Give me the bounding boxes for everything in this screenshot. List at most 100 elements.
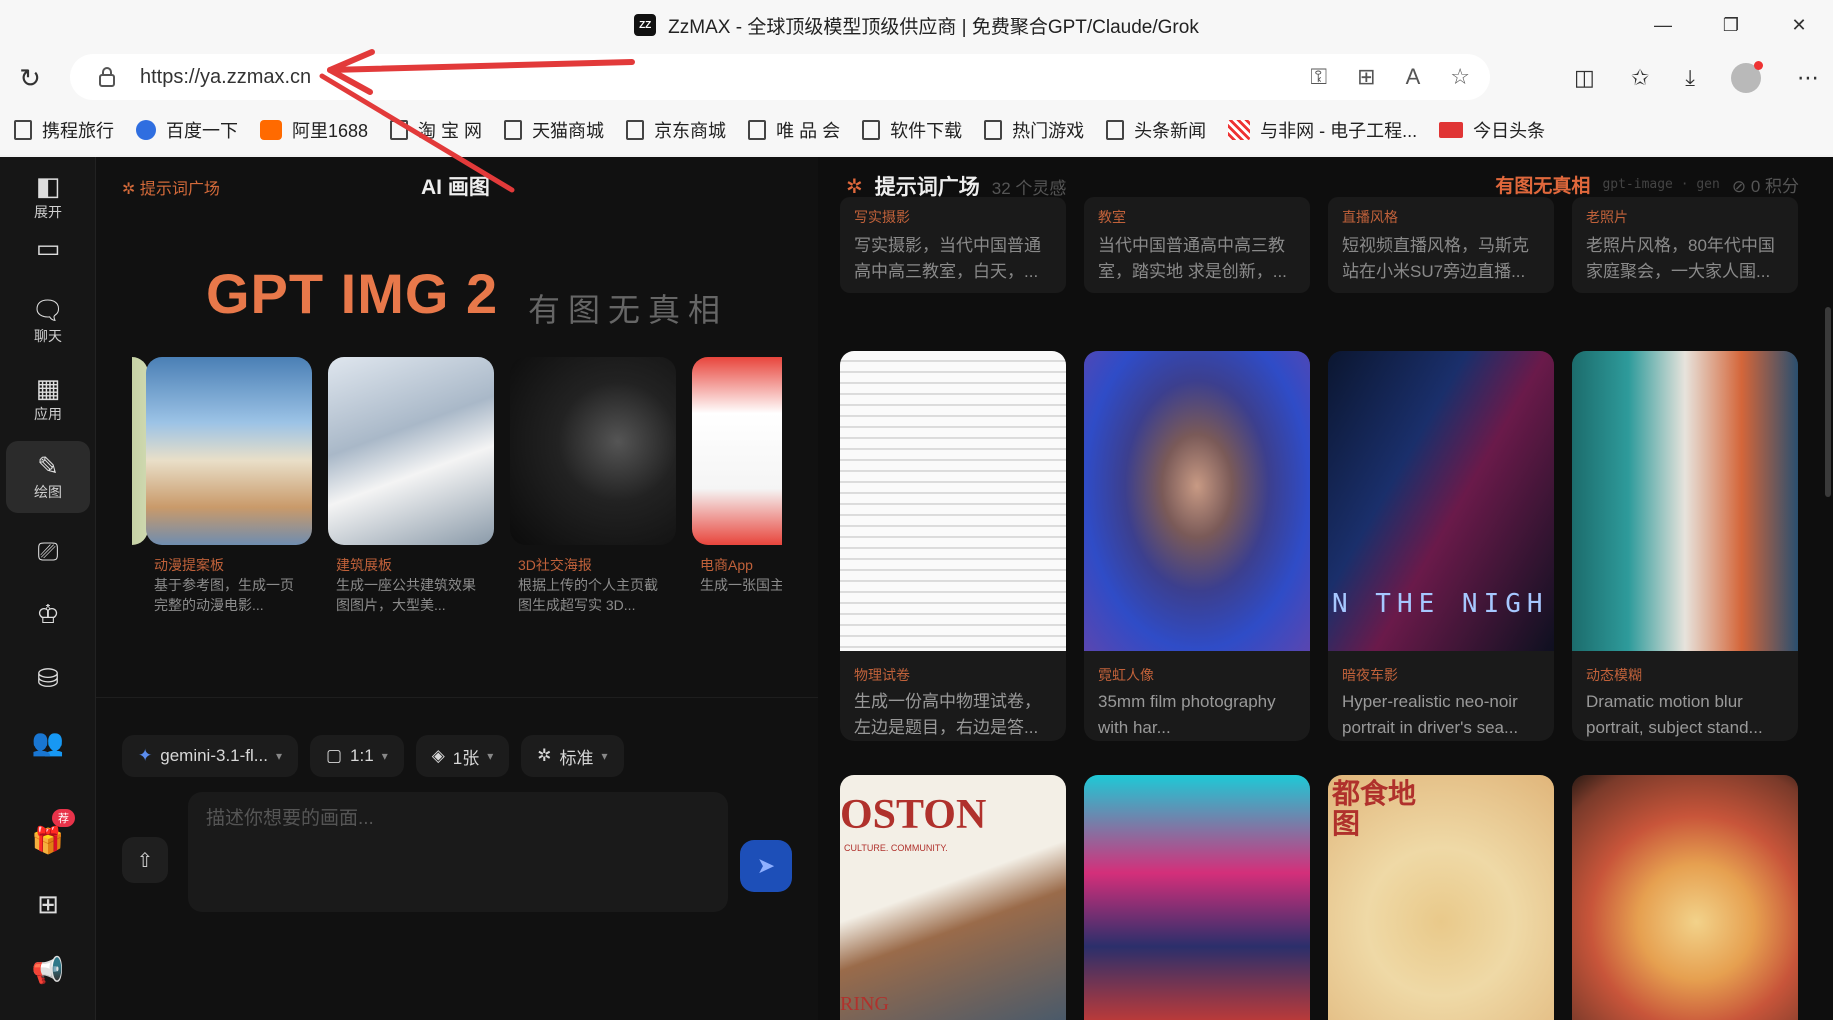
bookmark-item[interactable]: 与非网 - 电子工程... [1228,117,1417,143]
card-desc: 生成一张国主流电 [700,577,782,593]
prompt-input[interactable] [206,808,706,830]
ratio-select[interactable]: ▢ 1:1 ▾ [309,735,404,777]
prompt-card[interactable]: 物理试卷 生成一份高中物理试卷，左边是题目，右边是答... [840,351,1066,741]
card-category: 暗夜车影 [1342,667,1398,683]
crown-icon: ♔ [36,599,60,629]
image-overlay-subtext: CULTURE. COMMUNITY. [844,843,948,853]
favorites-icon[interactable]: ✩ [1631,65,1649,91]
bookmark-item[interactable]: 唯 品 会 [748,117,840,143]
grid-icon: ⊞ [37,889,59,919]
chat-icon: 🗨 [31,295,65,325]
carousel-card[interactable]: 3D社交海报 根据上传的个人主页截图生成超写实 3D... [510,357,680,667]
more-menu-icon[interactable]: ⋯ [1797,65,1819,91]
reload-button[interactable]: ↻ [14,62,46,94]
image-overlay-text: 都食地图 [1332,778,1417,839]
bookmark-label: 携程旅行 [42,121,114,141]
minimize-button[interactable]: — [1629,0,1697,50]
split-screen-icon[interactable]: ◫ [1574,65,1595,91]
card-desc: Dramatic motion blur portrait, subject s… [1586,692,1763,737]
bookmark-label: 软件下载 [890,121,963,141]
sidebar-item-crown[interactable]: ♔ [6,589,90,639]
upload-button[interactable]: ⇧ [122,837,168,883]
sidebar-item-grid[interactable]: ⊞ [6,879,90,929]
bookmark-item[interactable]: 热门游戏 [984,117,1084,143]
window-controls: — ❐ ✕ [1629,0,1833,50]
sidebar-item-video[interactable]: ⎚ [6,521,90,581]
card-image [328,357,494,545]
page-icon [1106,120,1125,140]
quality-select[interactable]: ✲ 标准 ▾ [521,735,624,777]
carousel-card[interactable]: 电商App 生成一张国主流电 [692,357,782,667]
prompt-card[interactable]: 教室 当代中国普通高中高三教室，踏实地 求是创新，... [1084,197,1310,293]
address-row: ↻ ⚿ ⊞ A ☆ ◫ ✩ ⤓ ⋯ [0,50,1833,105]
profile-avatar[interactable] [1731,61,1763,93]
bookmark-item[interactable]: 百度一下 [136,117,238,143]
ratio-label: 1:1 [350,746,374,765]
hero-tagline: 有图无真相 [528,292,729,328]
card-desc: 当代中国普通高中高三教室，踏实地 求是创新，... [1098,236,1287,281]
send-button[interactable]: ➤ [740,840,792,892]
carousel-card[interactable]: 动漫提案板 基于参考图，生成一页完整的动漫电影... [146,357,316,667]
count-select[interactable]: ◈ 1张 ▾ [415,735,510,777]
card-desc: 老照片风格，80年代中国家庭聚会，一大家人围... [1586,236,1775,281]
prompt-card[interactable] [1572,775,1798,1020]
card-image: 都食地图 [1328,775,1554,1020]
baidu-icon [136,120,156,140]
card-desc: 写实摄影，当代中国普通高中高三教室，白天，... [854,236,1041,281]
prompt-card[interactable]: 直播风格 短视频直播风格，马斯克站在小米SU7旁边直播... [1328,197,1554,293]
database-icon: ⛁ [37,663,59,693]
bookmark-item[interactable]: 今日头条 [1439,117,1545,143]
card-desc: 生成一份高中物理试卷，左边是题目，右边是答... [854,692,1041,737]
page-icon [390,120,409,140]
bookmark-item[interactable]: 携程旅行 [14,117,114,143]
prompt-card[interactable]: 都食地图 [1328,775,1554,1020]
sparkle-icon: ✲ [846,175,863,198]
sidebar-item-users[interactable]: 👥 [6,717,90,767]
prompt-card[interactable]: OSTON CULTURE. COMMUNITY. RING [840,775,1066,1020]
bookmark-item[interactable]: 京东商城 [626,117,726,143]
prompt-card[interactable]: 霓虹人像 35mm film photography with har... [1084,351,1310,741]
maximize-button[interactable]: ❐ [1697,0,1765,50]
sidebar-item-gift[interactable]: 🎁 [6,815,90,865]
sidebar-item-new-chat[interactable]: ▭ [6,223,90,273]
sidebar-item-database[interactable]: ⛁ [6,653,90,703]
video-icon: ⎚ [37,536,59,566]
prompt-square-link[interactable]: ✲ 提示词广场 [122,175,220,199]
bookmark-item[interactable]: 阿里1688 [260,117,368,143]
sidebar-item-apps[interactable]: ▦ 应用 [6,363,90,435]
link-icon: ⊘ [1731,177,1751,196]
points-display[interactable]: ⊘ 0 积分 [1732,172,1799,197]
favorite-star-icon[interactable]: ☆ [1450,64,1470,90]
prompt-card[interactable] [1084,775,1310,1020]
key-icon[interactable]: ⚿ [1310,64,1327,90]
expand-icon: ◧ [35,171,61,201]
prompt-card[interactable]: 写实摄影写实摄影，当代中国普通高中高三教室，白天，... [840,197,1066,293]
prompt-card[interactable]: N THE NIGH 暗夜车影 Hyper-realistic neo-noir… [1328,351,1554,741]
toutiao-icon [1439,122,1464,138]
card-category: 霓虹人像 [1098,667,1154,683]
download-icon[interactable]: ⤓ [1685,65,1695,91]
gallery-scrollbar[interactable] [1825,307,1831,497]
bookmark-item[interactable]: 天猫商城 [504,117,604,143]
sidebar-item-announce[interactable]: 📢 [6,945,90,995]
close-button[interactable]: ✕ [1765,0,1833,50]
points-label: 0 积分 [1750,177,1799,196]
card-category: 写实摄影 [854,209,910,225]
page-title: AI 画图 [421,176,490,199]
prompt-card[interactable]: 动态模糊 Dramatic motion blur portrait, subj… [1572,351,1798,741]
megaphone-icon: 📢 [31,955,65,985]
crumb-label: 提示词广场 [139,181,220,198]
bookmark-item[interactable]: 头条新闻 [1106,117,1206,143]
bookmark-item[interactable]: 淘 宝 网 [390,117,482,143]
app-install-icon[interactable]: ⊞ [1357,64,1375,90]
omnibox[interactable]: ⚿ ⊞ A ☆ [70,54,1490,100]
read-aloud-icon[interactable]: A [1406,64,1421,90]
url-input[interactable] [140,65,540,89]
model-select[interactable]: ✦ gemini-3.1-fl... ▾ [122,735,298,777]
bookmark-item[interactable]: 软件下载 [862,117,962,143]
carousel-card[interactable]: 建筑展板 生成一座公共建筑效果图图片，大型美... [328,357,498,667]
sidebar-item-draw[interactable]: ✎ 绘图 [6,441,90,513]
sidebar-item-chat[interactable]: 🗨 聊天 [6,285,90,357]
inspiration-count: 32 个灵感 [991,178,1067,198]
prompt-card[interactable]: 老照片 老照片风格，80年代中国家庭聚会，一大家人围... [1572,197,1798,293]
